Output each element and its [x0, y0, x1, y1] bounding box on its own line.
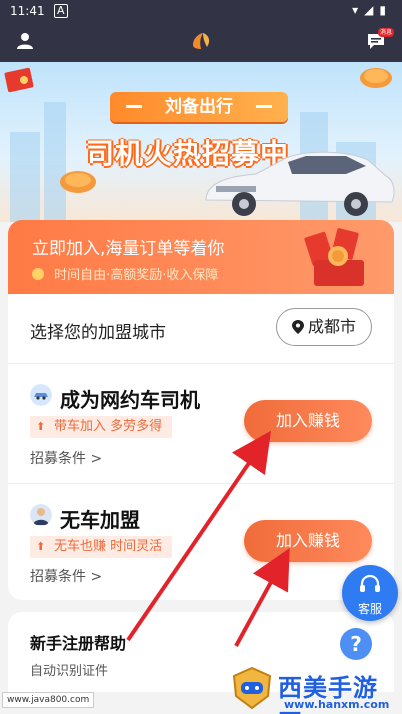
- city-select-button[interactable]: 成都市: [276, 308, 372, 346]
- status-bar: 11:41 A ▾◢▮: [0, 0, 402, 22]
- car-illustration: [205, 151, 395, 216]
- option-tag-text: 无车也赚 时间灵活: [54, 539, 163, 554]
- no-car-option: 无车加盟 ⬆ 无车也赚 时间灵活 招募条件 > 加入赚钱: [8, 484, 394, 600]
- join-hero: 立即加入,海量订单等着你 时间自由·高额奖励·收入保障: [8, 220, 394, 294]
- app-notification-icon: A: [54, 4, 68, 18]
- hero-subtitle: 时间自由·高额奖励·收入保障: [54, 268, 219, 283]
- join-no-car-button[interactable]: 加入赚钱: [244, 520, 372, 562]
- service-label: 客服: [357, 602, 382, 616]
- watermark-right: 西美手游网 www.hanxm.com: [230, 664, 402, 714]
- option-tag: ⬆ 带车加入 多劳多得: [30, 416, 173, 438]
- hero-title: 立即加入,海量订单等着你: [32, 239, 225, 259]
- help-title: 新手注册帮助: [30, 634, 127, 653]
- city-selector-row: 选择您的加盟城市 成都市: [8, 294, 394, 364]
- red-envelope-icon: [4, 67, 34, 93]
- join-driver-button[interactable]: 加入赚钱: [244, 400, 372, 442]
- driver-avatar-icon: [30, 504, 52, 526]
- watermark-left: www.java800.com: [2, 692, 95, 708]
- city-label: 选择您的加盟城市: [30, 323, 166, 343]
- top-bar: 消息: [0, 22, 402, 62]
- option-title: 无车加盟: [60, 508, 140, 532]
- recruit-banner: 刘备出行 司机火热招募中: [0, 62, 402, 222]
- arrow-up-icon: ⬆: [36, 540, 46, 553]
- headset-icon: [360, 574, 380, 592]
- shield-icon: [32, 268, 44, 280]
- watermark-right-sub: www.hanxm.com: [284, 698, 390, 711]
- brand-logo-icon: [193, 33, 210, 49]
- option-tag: ⬆ 无车也赚 时间灵活: [30, 536, 173, 558]
- option-title: 成为网约车司机: [60, 388, 200, 412]
- hero-subtitle-row: 时间自由·高额奖励·收入保障: [32, 264, 218, 283]
- brand-title: 刘备出行: [110, 92, 288, 122]
- gift-box-icon: [304, 228, 364, 286]
- arrow-up-icon: ⬆: [36, 420, 46, 433]
- recruit-conditions-link[interactable]: 招募条件 >: [30, 566, 102, 586]
- help-question-icon[interactable]: ?: [340, 628, 372, 660]
- coin-icon: [360, 68, 392, 88]
- message-badge: 消息: [377, 28, 394, 37]
- recruit-conditions-link[interactable]: 招募条件 >: [30, 448, 102, 468]
- building-shape: [10, 132, 40, 222]
- status-time: 11:41: [10, 4, 45, 18]
- option-tag-text: 带车加入 多劳多得: [54, 419, 163, 434]
- system-status-icons: ▾◢▮: [352, 3, 392, 17]
- car-badge-icon: [30, 384, 52, 406]
- help-subtitle: 自动识别证件: [30, 664, 109, 679]
- location-pin-icon: [291, 320, 304, 334]
- city-value: 成都市: [307, 317, 356, 336]
- user-icon[interactable]: [16, 32, 34, 50]
- driver-option: 成为网约车司机 ⬆ 带车加入 多劳多得 招募条件 > 加入赚钱: [8, 364, 394, 484]
- customer-service-button[interactable]: 客服: [342, 565, 398, 621]
- gamepad-emblem-icon: [232, 666, 272, 710]
